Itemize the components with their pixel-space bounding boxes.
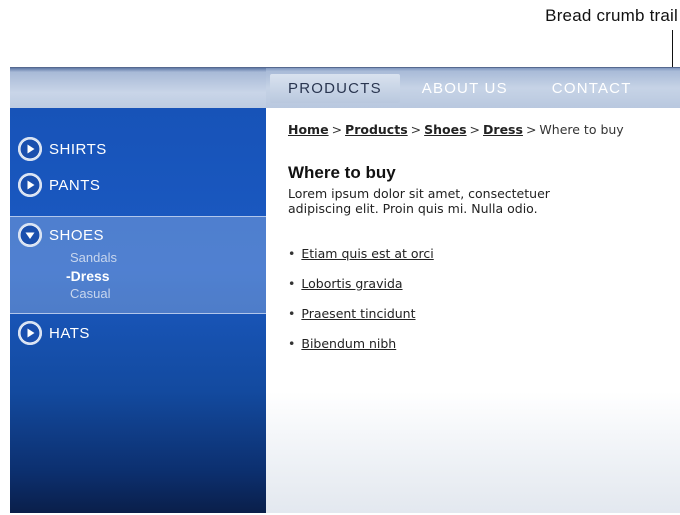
- website-window: PRODUCTS ABOUT US CONTACT SHIRTS PANTS S…: [10, 67, 680, 513]
- breadcrumb: Home > Products > Shoes > Dress > Where to buy: [288, 122, 624, 137]
- page-title: Where to buy: [288, 163, 396, 182]
- play-arrow-icon: [18, 137, 42, 161]
- main-nav: PRODUCTS ABOUT US CONTACT: [266, 68, 654, 109]
- link-list: • Etiam quis est at orci • Lobortis grav…: [288, 238, 434, 358]
- breadcrumb-dress-link[interactable]: Dress: [483, 122, 523, 137]
- sidebar-subitem-casual[interactable]: Casual: [70, 286, 110, 301]
- sidebar-item-label: HATS: [49, 324, 90, 342]
- sidebar-item-label: SHOES: [49, 226, 105, 244]
- link-lobortis[interactable]: Lobortis gravida: [301, 276, 402, 291]
- breadcrumb-shoes-link[interactable]: Shoes: [424, 122, 466, 137]
- sidebar-subitem-sandals[interactable]: Sandals: [70, 250, 117, 265]
- sidebar-item-pants[interactable]: PANTS: [18, 171, 100, 199]
- top-bar-left-panel: [10, 68, 266, 109]
- intro-text: Lorem ipsum dolor sit amet, consectetuer…: [288, 186, 550, 216]
- list-item: • Lobortis gravida: [288, 268, 434, 298]
- sidebar-item-hats[interactable]: HATS: [18, 319, 90, 347]
- breadcrumb-separator: >: [469, 122, 481, 137]
- nav-products[interactable]: PRODUCTS: [270, 74, 400, 103]
- breadcrumb-home-link[interactable]: Home: [288, 122, 329, 137]
- play-arrow-icon: [18, 321, 42, 345]
- bullet-icon: •: [288, 275, 296, 291]
- breadcrumb-separator: >: [410, 122, 422, 137]
- breadcrumb-callout-label: Bread crumb trail: [545, 6, 678, 25]
- sidebar-subitem-dress[interactable]: -Dress: [66, 268, 110, 284]
- main-content: Home > Products > Shoes > Dress > Where to buy W…: [266, 108, 680, 513]
- sidebar-item-shirts[interactable]: SHIRTS: [18, 135, 107, 163]
- bullet-icon: •: [288, 335, 296, 351]
- sidebar-item-shoes[interactable]: SHOES: [18, 221, 104, 249]
- list-item: • Praesent tincidunt: [288, 298, 434, 328]
- breadcrumb-separator: >: [331, 122, 343, 137]
- list-item: • Etiam quis est at orci: [288, 238, 434, 268]
- bullet-icon: •: [288, 245, 296, 261]
- link-etiam[interactable]: Etiam quis est at orci: [301, 246, 433, 261]
- down-arrow-icon: [18, 223, 42, 247]
- top-navigation-bar: PRODUCTS ABOUT US CONTACT: [10, 67, 680, 109]
- nav-contact[interactable]: CONTACT: [530, 80, 654, 97]
- link-bibendum[interactable]: Bibendum nibh: [301, 336, 396, 351]
- sidebar-item-label: SHIRTS: [49, 140, 107, 158]
- breadcrumb-separator: >: [525, 122, 537, 137]
- list-item: • Bibendum nibh: [288, 328, 434, 358]
- link-praesent[interactable]: Praesent tincidunt: [301, 306, 415, 321]
- breadcrumb-current: Where to buy: [539, 122, 624, 137]
- category-sidebar: SHIRTS PANTS SHOES Sandals -Dress Casual…: [10, 108, 266, 513]
- breadcrumb-products-link[interactable]: Products: [345, 122, 408, 137]
- play-arrow-icon: [18, 173, 42, 197]
- nav-about-us[interactable]: ABOUT US: [400, 80, 530, 97]
- bullet-icon: •: [288, 305, 296, 321]
- sidebar-item-label: PANTS: [49, 176, 101, 194]
